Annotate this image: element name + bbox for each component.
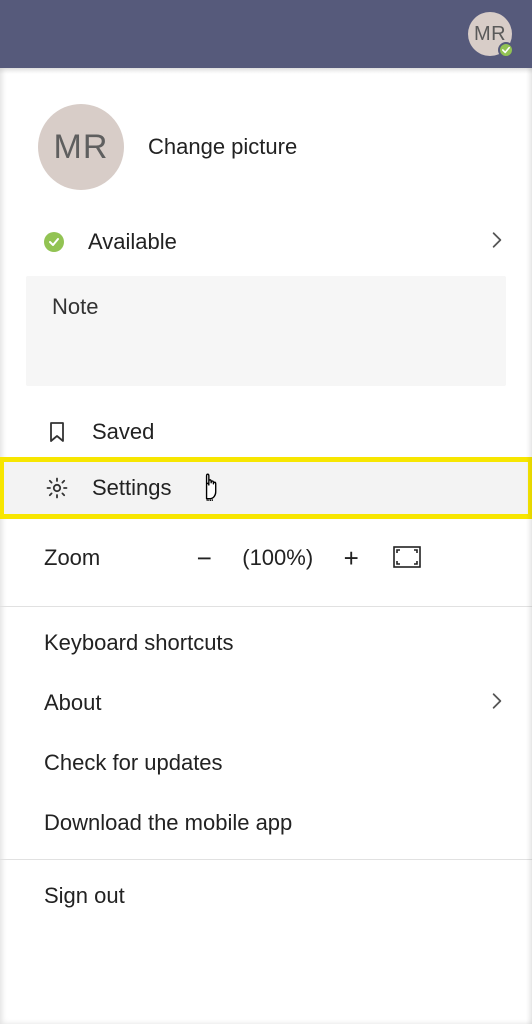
gear-icon: [44, 475, 70, 501]
about-label: About: [44, 690, 102, 716]
app-root: MR MR Change picture Available: [0, 0, 532, 1024]
chevron-right-icon: [488, 229, 506, 255]
presence-status-label: Available: [88, 229, 177, 255]
change-picture-button[interactable]: Change picture: [148, 134, 297, 160]
note-placeholder: Note: [52, 294, 98, 319]
pointer-cursor-icon: [196, 469, 224, 507]
divider: [0, 606, 532, 607]
zoom-label: Zoom: [44, 545, 100, 571]
change-picture-label: Change picture: [148, 134, 297, 159]
divider: [0, 859, 532, 860]
available-presence-icon: [44, 232, 64, 252]
saved-label: Saved: [92, 419, 154, 445]
minus-icon: −: [197, 543, 212, 574]
profile-avatar-initials: MR: [54, 128, 109, 167]
sign-out-menu-item[interactable]: Sign out: [0, 866, 532, 926]
settings-label: Settings: [92, 475, 172, 501]
check-updates-label: Check for updates: [44, 750, 223, 776]
bookmark-icon: [44, 419, 70, 445]
saved-menu-item[interactable]: Saved: [0, 404, 532, 460]
download-mobile-menu-item[interactable]: Download the mobile app: [0, 793, 532, 853]
keyboard-shortcuts-menu-item[interactable]: Keyboard shortcuts: [0, 613, 532, 673]
keyboard-shortcuts-label: Keyboard shortcuts: [44, 630, 234, 656]
sign-out-label: Sign out: [44, 883, 125, 909]
check-updates-menu-item[interactable]: Check for updates: [0, 733, 532, 793]
presence-row[interactable]: Available: [0, 214, 532, 270]
chevron-right-icon: [488, 690, 506, 716]
zoom-percent-display: (100%): [242, 545, 313, 571]
presence-badge-available-icon: [498, 42, 514, 58]
profile-header: MR Change picture: [0, 68, 532, 214]
zoom-out-button[interactable]: −: [184, 538, 224, 578]
zoom-row: Zoom − (100%) +: [0, 516, 532, 600]
topbar-avatar[interactable]: MR: [468, 12, 512, 56]
top-bar: MR: [0, 0, 532, 68]
profile-avatar[interactable]: MR: [38, 104, 124, 190]
status-note-input[interactable]: Note: [26, 276, 506, 386]
profile-flyout-panel: MR Change picture Available Note: [0, 68, 532, 1024]
fullscreen-icon: [393, 545, 421, 572]
plus-icon: +: [344, 543, 359, 574]
settings-menu-item[interactable]: Settings: [2, 460, 530, 516]
fullscreen-button[interactable]: [389, 540, 425, 576]
download-mobile-label: Download the mobile app: [44, 810, 292, 836]
zoom-in-button[interactable]: +: [331, 538, 371, 578]
about-menu-item[interactable]: About: [0, 673, 532, 733]
